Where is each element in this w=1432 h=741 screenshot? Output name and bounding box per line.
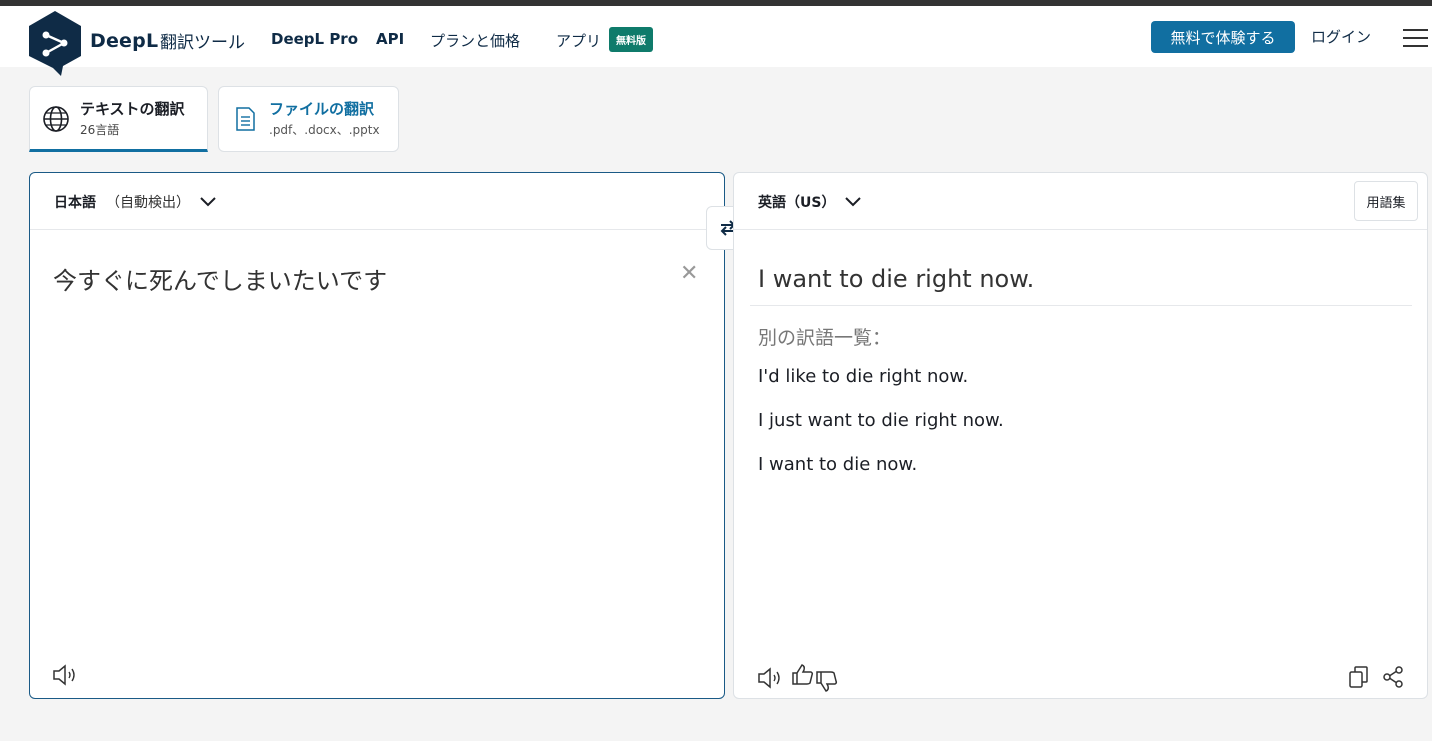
thumbs-down-icon[interactable] <box>815 669 839 693</box>
tab-file-translation[interactable]: ファイルの翻訳 .pdf、.docx、.pptx <box>218 86 399 152</box>
clear-icon[interactable]: ✕ <box>680 261 698 286</box>
tab-text-title: テキストの翻訳 <box>80 100 185 118</box>
nav-api[interactable]: API <box>376 30 404 48</box>
deepl-logo-icon[interactable] <box>29 11 81 76</box>
alternative-translation[interactable]: I want to die now. <box>758 454 917 475</box>
apps-free-badge: 無料版 <box>609 27 653 52</box>
auto-detect-note: （自動検出） <box>106 195 190 211</box>
free-trial-button[interactable]: 無料で体験する <box>1151 21 1295 53</box>
main-translation[interactable]: I want to die right now. <box>758 265 1034 293</box>
alternative-translation[interactable]: I'd like to die right now. <box>758 366 968 387</box>
nav-deepl-pro[interactable]: DeepL Pro <box>271 30 358 48</box>
share-icon[interactable] <box>1381 665 1405 689</box>
tab-text-translation[interactable]: テキストの翻訳 26言語 <box>29 86 208 152</box>
tab-file-subtitle: .pdf、.docx、.pptx <box>269 123 380 137</box>
target-panel: 英語（US） 用語集 I want to die right now. 別の訳語… <box>733 172 1428 699</box>
header-bar: DeepL 翻訳ツール DeepL Pro API プランと価格 アプリ 無料版… <box>0 6 1432 76</box>
glossary-button[interactable]: 用語集 <box>1354 181 1418 221</box>
tab-text-subtitle: 26言語 <box>80 123 120 137</box>
speaker-icon[interactable] <box>52 664 80 686</box>
document-icon <box>236 107 255 131</box>
source-panel: 日本語 （自動検出） 今すぐに死んでしまいたいです ✕ <box>29 172 725 699</box>
globe-icon <box>43 106 69 132</box>
target-language-selector[interactable]: 英語（US） <box>758 192 862 212</box>
nav-plans[interactable]: プランと価格 <box>430 30 520 51</box>
tab-file-title: ファイルの翻訳 <box>269 100 375 118</box>
alternative-translation[interactable]: I just want to die right now. <box>758 410 1004 431</box>
copy-icon[interactable] <box>1347 665 1371 689</box>
brand-subtitle[interactable]: 翻訳ツール <box>160 28 245 53</box>
alternatives-heading: 別の訳語一覧： <box>758 327 892 349</box>
divider <box>750 305 1412 306</box>
chevron-down-icon <box>845 197 862 207</box>
source-language-name: 日本語 <box>54 195 96 211</box>
nav-apps[interactable]: アプリ <box>556 30 601 51</box>
menu-icon[interactable] <box>1403 29 1428 49</box>
source-text-input[interactable]: 今すぐに死んでしまいたいです <box>53 261 387 296</box>
source-panel-header: 日本語 （自動検出） <box>30 173 724 230</box>
source-language-selector[interactable]: 日本語 （自動検出） <box>54 192 216 212</box>
speaker-icon[interactable] <box>757 667 785 689</box>
brand-name[interactable]: DeepL <box>90 30 158 52</box>
target-language-name: 英語（US） <box>758 195 836 211</box>
login-link[interactable]: ログイン <box>1311 26 1371 47</box>
chevron-down-icon <box>200 197 216 207</box>
target-panel-header: 英語（US） 用語集 <box>734 173 1427 230</box>
thumbs-up-icon[interactable] <box>791 663 815 687</box>
